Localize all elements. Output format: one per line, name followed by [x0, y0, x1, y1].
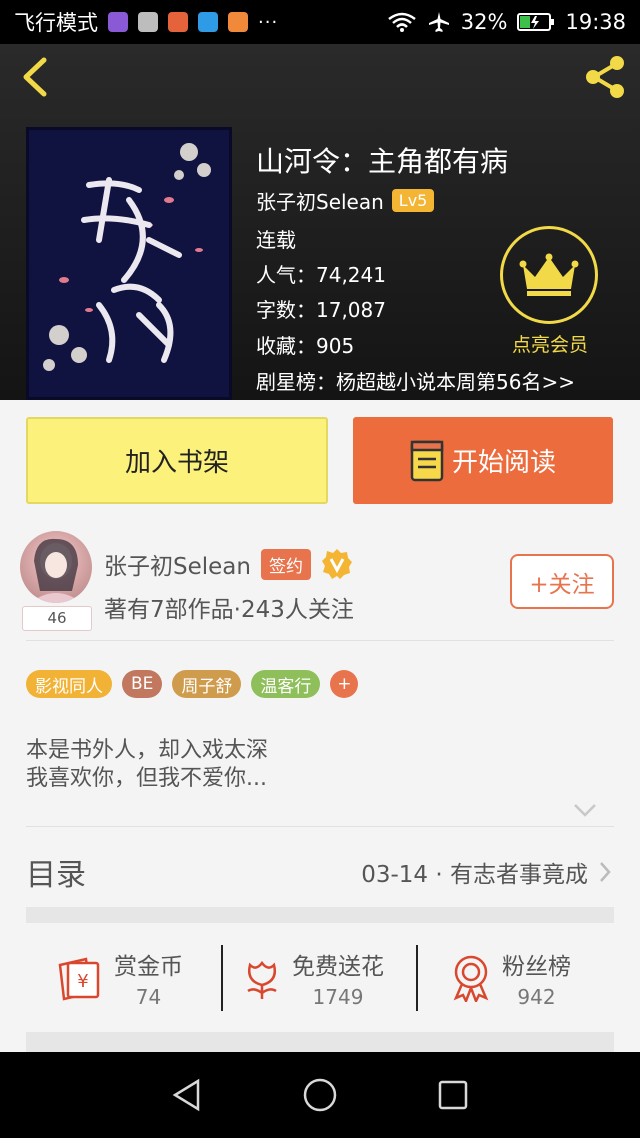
share-icon: [586, 56, 624, 98]
app-notification-icon: [138, 12, 158, 32]
stat-label: 免费送花: [292, 954, 384, 980]
chevron-down-icon: [574, 804, 596, 817]
start-reading-label: 开始阅读: [451, 448, 556, 478]
airplane-mode-label: 飞行模式: [14, 11, 98, 35]
more-notifications: ···: [258, 11, 279, 33]
back-button[interactable]: [16, 54, 56, 100]
toc-label[interactable]: 目录: [26, 850, 86, 894]
wifi-icon: [387, 11, 417, 33]
book-cover[interactable]: [26, 127, 232, 400]
square-recents-icon: [439, 1080, 468, 1110]
vip-circle: [500, 226, 598, 324]
level-badge: Lv5: [391, 189, 435, 212]
battery-icon: [517, 12, 555, 32]
expand-description-button[interactable]: [572, 800, 598, 820]
popularity: 人气：74,241: [256, 263, 386, 287]
fan-ranking-text: 粉丝榜 942: [502, 947, 571, 1009]
start-reading-button[interactable]: 开始阅读: [353, 417, 613, 504]
author-card-header: 张子初Selean 签约: [104, 547, 353, 581]
nav-recents-button[interactable]: [428, 1070, 478, 1120]
nav-home-button[interactable]: [295, 1070, 345, 1120]
follow-button[interactable]: +关注: [510, 554, 614, 609]
chevron-left-icon: [23, 57, 47, 97]
book-detail-page: 飞行模式 ··· 32% 19:38 山河令：主角都有病 张子初Selean L…: [0, 0, 640, 1138]
latest-chapter-link[interactable]: 03-14 · 有志者事竟成: [361, 855, 612, 889]
status-right: 32% 19:38: [387, 10, 626, 34]
vip-button[interactable]: 点亮会员: [500, 226, 600, 358]
author-row[interactable]: 张子初Selean Lv5: [256, 186, 435, 215]
word-count: 字数：17,087: [256, 298, 386, 322]
tag-chip[interactable]: BE: [122, 670, 163, 698]
stat-label: 粉丝榜: [502, 954, 571, 980]
tag-list: 影视同人 BE 周子舒 温客行 +: [26, 670, 359, 698]
status-left: 飞行模式 ···: [14, 7, 278, 37]
verified-icon: [321, 549, 352, 579]
add-to-shelf-button[interactable]: 加入书架: [26, 417, 328, 504]
author-card-name[interactable]: 张子初Selean: [104, 547, 251, 581]
reward-coins-item[interactable]: ¥ 赏金币 74: [56, 942, 183, 1014]
medal-icon: [453, 955, 489, 1002]
stat-label: 赏金币: [114, 954, 183, 980]
fan-ranking-item[interactable]: 粉丝榜 942: [450, 942, 571, 1014]
clock: 19:38: [565, 10, 626, 34]
avatar-fan-count: 46: [22, 606, 92, 631]
chevron-right-icon: [600, 862, 611, 882]
author-avatar[interactable]: [20, 531, 92, 603]
stat-value: 942: [517, 985, 556, 1009]
stat-value: 1749: [312, 985, 364, 1009]
free-flowers-text: 免费送花 1749: [292, 947, 384, 1009]
author-name[interactable]: 张子初Selean: [256, 186, 384, 215]
music-notification-icon: [228, 12, 248, 32]
favorites-count: 收藏：905: [256, 334, 355, 358]
ranking-link[interactable]: 剧星榜：杨超越小说本周第56名>>: [256, 366, 575, 395]
triangle-back-icon: [172, 1078, 199, 1112]
battery-percent: 32%: [460, 10, 508, 34]
section-band: [26, 1032, 614, 1052]
stat-divider: [416, 945, 418, 1011]
description-line: 我喜欢你，但我不爱你...: [26, 766, 267, 791]
serial-status: 连载: [256, 228, 296, 252]
free-flowers-item[interactable]: 免费送花 1749: [242, 942, 384, 1014]
crown-icon: [519, 253, 579, 296]
latest-chapter-text: 03-14 · 有志者事竟成: [361, 862, 588, 888]
tag-chip[interactable]: 影视同人: [26, 670, 112, 698]
description-line: 本是书外人，却入戏太深: [26, 738, 269, 763]
book-icon: [410, 440, 444, 481]
nav-back-button[interactable]: [162, 1070, 212, 1120]
add-tag-button[interactable]: +: [330, 670, 359, 698]
tag-chip[interactable]: 温客行: [251, 670, 321, 698]
stat-divider: [221, 945, 223, 1011]
heart-notification-icon: [198, 12, 218, 32]
section-band: [26, 907, 614, 923]
book-title: 山河令：主角都有病: [256, 145, 509, 178]
book-description: 本是书外人，却入戏太深 我喜欢你，但我不爱你...: [26, 737, 268, 793]
red-envelope-icon: ¥: [58, 957, 100, 1001]
book-header: 山河令：主角都有病 张子初Selean Lv5 连载 人气：74,241 字数：…: [0, 44, 640, 400]
status-bar: 飞行模式 ··· 32% 19:38: [0, 0, 640, 44]
divider: [26, 640, 614, 641]
add-to-shelf-label: 加入书架: [124, 448, 229, 478]
circle-home-icon: [303, 1078, 337, 1112]
book-cover-art: [29, 130, 229, 397]
vip-label: 点亮会员: [511, 334, 588, 356]
airplane-icon: [427, 10, 451, 34]
flower-icon: [247, 960, 277, 999]
signed-badge: 签约: [260, 548, 311, 580]
svg-text:¥: ¥: [77, 971, 88, 992]
follow-label: +关注: [529, 571, 595, 598]
reward-coins-text: 赏金币 74: [114, 947, 183, 1009]
music-notification-icon: [168, 12, 188, 32]
author-stats: 著有7部作品·243人关注: [104, 597, 354, 623]
tag-chip[interactable]: 周子舒: [172, 670, 242, 698]
divider: [26, 826, 614, 827]
avatar-image: [30, 538, 82, 603]
stat-value: 74: [135, 985, 162, 1009]
app-notification-icon: [108, 12, 128, 32]
system-nav-bar: [0, 1052, 640, 1138]
share-button[interactable]: [580, 52, 630, 102]
